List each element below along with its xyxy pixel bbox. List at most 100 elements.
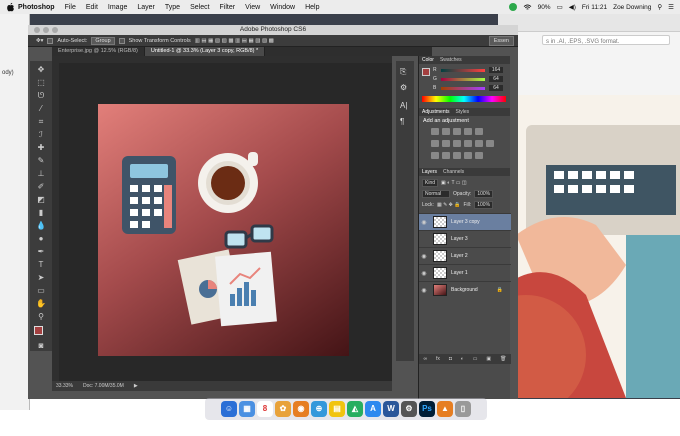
tab-adjustments[interactable]: Adjustments — [422, 109, 450, 115]
photo-filter-icon[interactable] — [464, 140, 472, 147]
tab-layers[interactable]: Layers — [422, 169, 437, 175]
menu-view[interactable]: View — [245, 4, 260, 11]
align-buttons-icon[interactable]: ▥ ▤ ▦ ▧ ▨ ▩ ▥ ▤ ▦ ▧ ▨ ▩ — [195, 38, 274, 44]
visibility-eye-icon[interactable]: ◉ — [419, 219, 429, 226]
window-zoom-button[interactable] — [52, 27, 58, 33]
blend-mode-dropdown[interactable]: Normal — [422, 190, 450, 198]
wifi-icon[interactable] — [523, 3, 532, 11]
maps-icon[interactable]: ◭ — [347, 401, 363, 417]
launchpad-icon[interactable]: ▦ — [239, 401, 255, 417]
firefox-icon[interactable]: ◉ — [293, 401, 309, 417]
safari-icon[interactable]: ⊕ — [311, 401, 327, 417]
menu-type[interactable]: Type — [165, 4, 180, 11]
g-slider[interactable] — [441, 78, 485, 81]
channel-mixer-icon[interactable] — [475, 140, 483, 147]
brush-tool-icon[interactable]: ✎ — [36, 156, 46, 166]
layer-row-layer-3[interactable]: Layer 3 — [419, 230, 511, 247]
layer-row-layer-3-copy[interactable]: ◉ Layer 3 copy — [419, 213, 511, 230]
menu-app-name[interactable]: Photoshop — [18, 4, 55, 11]
visibility-eye-icon[interactable]: ◉ — [419, 270, 429, 277]
eyedropper-tool-icon[interactable]: ℐ — [36, 130, 46, 140]
move-tool-icon[interactable]: ✥▾ — [36, 38, 43, 44]
notes-icon[interactable]: ▤ — [329, 401, 345, 417]
fill-field[interactable]: 100% — [474, 201, 494, 209]
menu-file[interactable]: File — [65, 4, 76, 11]
blur-tool-icon[interactable]: 💧 — [36, 221, 46, 231]
fx-icon[interactable]: fx — [436, 356, 440, 362]
threshold-icon[interactable] — [453, 152, 461, 159]
tab-channels[interactable]: Channels — [443, 169, 464, 175]
canvas-area[interactable] — [59, 63, 392, 381]
paragraph-icon[interactable]: ¶ — [400, 117, 404, 126]
r-value[interactable]: 164 — [489, 67, 503, 73]
layer-row-background[interactable]: ◉ Background 🔒 — [419, 281, 511, 298]
tab-color[interactable]: Color — [422, 57, 434, 63]
finder-icon[interactable]: ☺ — [221, 401, 237, 417]
clock[interactable]: Fri 11:21 — [582, 4, 607, 11]
vibrance-icon[interactable] — [475, 128, 483, 135]
menu-select[interactable]: Select — [190, 4, 209, 11]
auto-select-dropdown[interactable]: Group — [91, 36, 115, 45]
status-app-icon[interactable] — [508, 3, 517, 11]
doc-size[interactable]: Doc: 7.00M/35.0M — [83, 383, 124, 389]
word-icon[interactable]: W — [383, 401, 399, 417]
menu-edit[interactable]: Edit — [86, 4, 98, 11]
visibility-eye-icon[interactable]: ◉ — [419, 253, 429, 260]
user-name[interactable]: Zoe Downing — [613, 4, 651, 11]
curves-icon[interactable] — [453, 128, 461, 135]
window-minimize-button[interactable] — [43, 27, 49, 33]
r-slider[interactable] — [441, 69, 485, 72]
kind-filter-dropdown[interactable]: Kind — [422, 179, 439, 187]
stamp-tool-icon[interactable]: ⊥ — [36, 169, 46, 179]
add-mask-icon[interactable]: ◘ — [449, 356, 452, 362]
link-layers-icon[interactable]: ∞ — [423, 356, 427, 362]
appstore-icon[interactable]: A — [365, 401, 381, 417]
trash-dock-icon[interactable]: ▯ — [455, 401, 471, 417]
visibility-eye-icon[interactable]: ◉ — [419, 287, 429, 294]
auto-select-checkbox[interactable] — [47, 37, 54, 44]
battery-icon[interactable]: ▭ — [557, 3, 563, 11]
quick-mask-icon[interactable]: ◙ — [36, 341, 46, 351]
type-tool-icon[interactable]: T — [36, 260, 46, 270]
color-balance-icon[interactable] — [442, 140, 450, 147]
menu-image[interactable]: Image — [108, 4, 127, 11]
fg-color-chip[interactable] — [422, 68, 430, 76]
new-group-icon[interactable]: ▭ — [473, 356, 478, 362]
invert-icon[interactable] — [431, 152, 439, 159]
exposure-icon[interactable] — [464, 128, 472, 135]
properties-icon[interactable]: ⚙ — [400, 83, 407, 92]
levels-icon[interactable] — [442, 128, 450, 135]
spotlight-icon[interactable]: ⚲ — [657, 3, 662, 11]
apple-icon[interactable] — [6, 2, 15, 12]
menu-help[interactable]: Help — [305, 4, 319, 11]
magic-wand-tool-icon[interactable]: ⁄ — [36, 104, 46, 114]
photoshop-dock-icon[interactable]: Ps — [419, 401, 435, 417]
tab-untitled[interactable]: Untitled-1 @ 33.3% (Layer 3 copy, RGB/8)… — [144, 47, 266, 56]
brightness-icon[interactable] — [431, 128, 439, 135]
color-lookup-icon[interactable] — [486, 140, 494, 147]
layer-row-layer-1[interactable]: ◉ Layer 1 — [419, 264, 511, 281]
status-arrow-icon[interactable]: ▶ — [134, 383, 138, 389]
hand-tool-icon[interactable]: ✋ — [36, 299, 46, 309]
battery-percent[interactable]: 90% — [538, 4, 551, 11]
gradient-map-icon[interactable] — [464, 152, 472, 159]
bw-icon[interactable] — [453, 140, 461, 147]
foreground-color-swatch[interactable] — [34, 326, 43, 335]
dodge-tool-icon[interactable]: ● — [36, 234, 46, 244]
new-adjustment-icon[interactable]: ◐ — [461, 356, 464, 362]
history-icon[interactable]: ⎘ — [400, 67, 406, 77]
vlc-icon[interactable]: ▲ — [437, 401, 453, 417]
menu-window[interactable]: Window — [270, 4, 295, 11]
window-close-button[interactable] — [34, 27, 40, 33]
tab-swatches[interactable]: Swatches — [440, 57, 462, 63]
lasso-tool-icon[interactable]: ᘎ — [36, 91, 46, 101]
workspace-switcher[interactable]: Essen — [488, 36, 514, 46]
b-value[interactable]: 64 — [489, 85, 503, 91]
healing-tool-icon[interactable]: ✚ — [36, 143, 46, 153]
path-select-tool-icon[interactable]: ➤ — [36, 273, 46, 283]
pen-tool-icon[interactable]: ✒ — [36, 247, 46, 257]
photos-icon[interactable]: ✿ — [275, 401, 291, 417]
hue-sat-icon[interactable] — [431, 140, 439, 147]
tab-styles[interactable]: Styles — [456, 109, 470, 115]
menu-filter[interactable]: Filter — [220, 4, 236, 11]
